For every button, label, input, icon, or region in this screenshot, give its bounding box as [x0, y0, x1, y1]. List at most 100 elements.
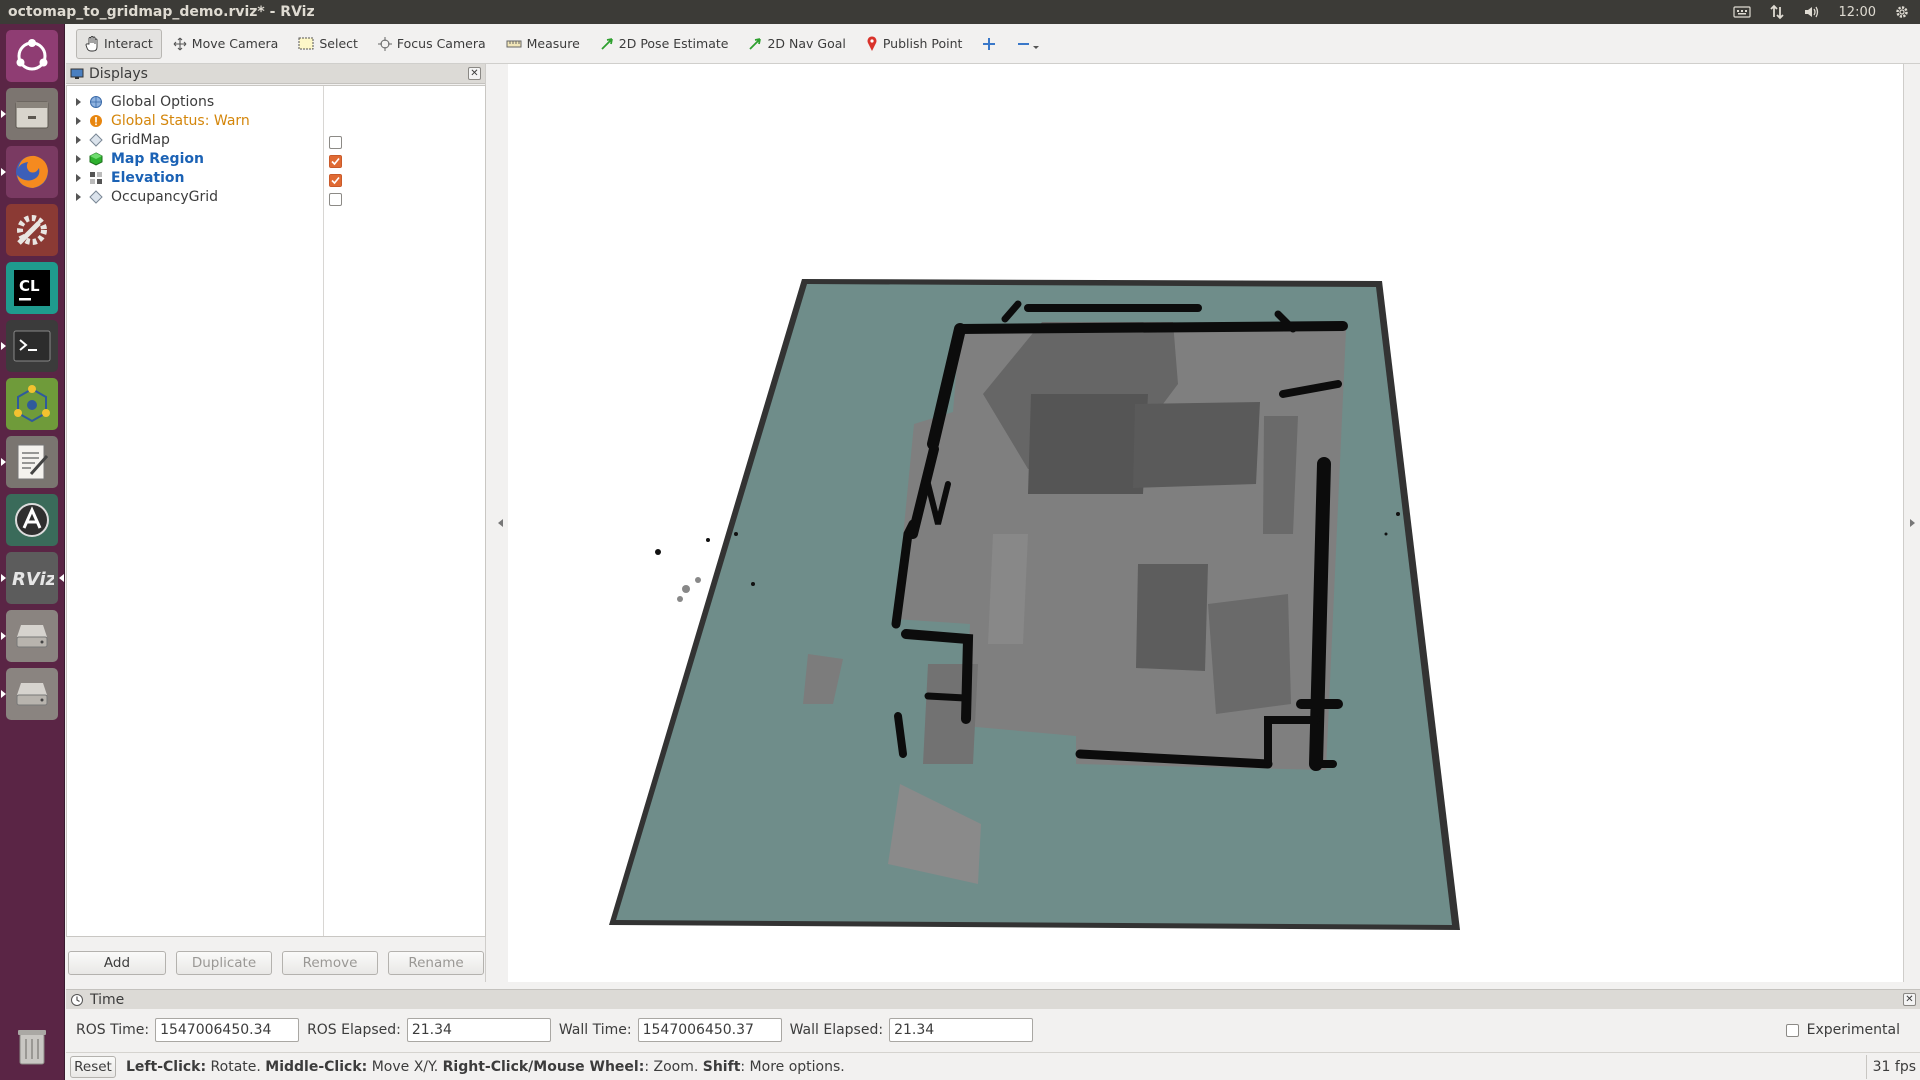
firefox-icon [16, 155, 48, 188]
ros-elapsed-field[interactable]: 21.34 [406, 1018, 551, 1042]
display-item-label: OccupancyGrid [111, 188, 218, 205]
time-panel: ROS Time: 1547006450.34 ROS Elapsed: 21.… [66, 1010, 1920, 1050]
tool-move-camera[interactable]: Move Camera [164, 29, 288, 59]
occupancy-grid-checkbox[interactable] [329, 193, 342, 206]
network-graph-launcher-button[interactable] [6, 378, 58, 430]
pose-arrow-icon [601, 37, 613, 50]
svg-text:CL: CL [19, 277, 40, 295]
checkmark-icon [330, 175, 341, 186]
experimental-checkbox[interactable] [1785, 1023, 1799, 1037]
expand-arrow-icon[interactable] [76, 116, 81, 125]
add-display-button[interactable]: Add [68, 951, 166, 975]
grid-map-visualization[interactable] [508, 64, 1904, 982]
ros-time-field[interactable]: 1547006450.34 [155, 1018, 300, 1042]
add-tool-button[interactable] [973, 29, 1005, 59]
window-title: octomap_to_gridmap_demo.rviz* - RViz [8, 4, 315, 20]
display-item-elevation[interactable]: Elevation [67, 168, 323, 187]
display-item-global-options[interactable]: Global Options [67, 92, 323, 111]
reset-button[interactable]: Reset [70, 1055, 116, 1078]
drive-launcher-button-2[interactable] [1, 668, 58, 720]
display-item-occupancy-grid[interactable]: OccupancyGrid [67, 187, 323, 206]
display-item-map-region[interactable]: Map Region [67, 149, 323, 168]
select-icon [298, 37, 314, 50]
checkmark-icon [330, 156, 341, 167]
display-item-gridmap[interactable]: GridMap [67, 130, 323, 149]
expand-arrow-icon[interactable] [76, 135, 81, 144]
files-launcher-button[interactable] [1, 88, 58, 140]
rviz-launcher-button[interactable]: RViz [1, 552, 64, 604]
volume-icon[interactable] [1803, 4, 1821, 20]
hint-desc: : More options. [740, 1058, 845, 1075]
updater-icon [15, 503, 49, 537]
experimental-toggle[interactable]: Experimental [1785, 1022, 1900, 1038]
right-splitter-handle[interactable] [1904, 64, 1920, 982]
drive-launcher-button-1[interactable] [1, 610, 58, 662]
system-top-bar: octomap_to_gridmap_demo.rviz* - RViz 12:… [0, 0, 1920, 24]
collapse-right-arrow-icon[interactable] [1910, 519, 1915, 527]
display-item-global-status[interactable]: Global Status: Warn [67, 111, 323, 130]
tool-publish-point[interactable]: Publish Point [857, 29, 972, 59]
software-updater-launcher-button[interactable] [6, 494, 58, 546]
firefox-launcher-button[interactable] [1, 146, 58, 198]
wall-elapsed-label: Wall Elapsed: [789, 1022, 884, 1038]
wall-time-field[interactable]: 1547006450.37 [637, 1018, 782, 1042]
duplicate-display-button[interactable]: Duplicate [176, 951, 272, 975]
tool-measure[interactable]: Measure [497, 29, 589, 59]
terminal-icon [13, 330, 51, 362]
hint-key: Shift [702, 1058, 741, 1075]
mouse-hint-text: Left-Click: Rotate. Middle-Click: Move X… [126, 1059, 845, 1075]
tool-focus-camera[interactable]: Focus Camera [369, 29, 495, 59]
diamond-icon [89, 189, 103, 204]
clion-launcher-button[interactable]: CL [6, 262, 58, 314]
tool-2d-nav-goal[interactable]: 2D Nav Goal [739, 29, 854, 59]
gear-icon[interactable] [1894, 4, 1910, 20]
hint-key: Middle-Click: [265, 1058, 368, 1075]
measure-icon [506, 40, 522, 47]
hard-drive-icon [16, 683, 48, 706]
node-graph-icon [14, 385, 50, 423]
green-cube-icon [89, 151, 103, 166]
terminal-launcher-button[interactable] [1, 320, 58, 372]
time-panel-header: Time ✕ [66, 989, 1920, 1009]
map-region-checkbox[interactable] [329, 155, 342, 168]
display-item-label: Elevation [111, 169, 185, 186]
rviz-toolbar: Interact Move Camera Select Focus Camera… [66, 24, 1920, 64]
3d-render-view[interactable] [508, 64, 1904, 982]
gridmap-checkbox[interactable] [329, 136, 342, 149]
nav-goal-arrow-icon [749, 37, 762, 50]
hard-drive-icon [16, 625, 48, 648]
expand-arrow-icon[interactable] [76, 173, 81, 182]
hint-key: Left-Click: [126, 1058, 207, 1075]
remove-tool-button[interactable] [1007, 29, 1049, 59]
display-item-label: Global Options [111, 93, 215, 110]
clock-icon [71, 993, 83, 1006]
text-editor-icon [17, 444, 49, 480]
trash-icon [18, 1030, 46, 1065]
wall-time-label: Wall Time: [558, 1022, 632, 1038]
wall-elapsed-field[interactable]: 21.34 [889, 1018, 1034, 1042]
display-item-label: Map Region [111, 150, 204, 167]
expand-arrow-icon[interactable] [76, 192, 81, 201]
clock[interactable]: 12:00 [1839, 5, 1876, 20]
tool-2d-pose-estimate[interactable]: 2D Pose Estimate [591, 29, 738, 59]
close-panel-button[interactable]: ✕ [468, 67, 481, 80]
move-camera-icon [173, 37, 187, 50]
ubuntu-dash-button[interactable] [6, 30, 58, 82]
settings-launcher-button[interactable] [6, 204, 58, 256]
left-splitter-handle[interactable] [486, 64, 508, 982]
close-time-panel-button[interactable]: ✕ [1903, 993, 1916, 1006]
rename-display-button[interactable]: Rename [388, 951, 484, 975]
trash-launcher-button[interactable] [6, 1020, 58, 1072]
minus-dropdown-icon [1018, 42, 1040, 49]
collapse-left-arrow-icon[interactable] [498, 519, 503, 527]
elevation-checkbox[interactable] [329, 174, 342, 187]
remove-display-button[interactable]: Remove [282, 951, 378, 975]
keyboard-icon[interactable] [1732, 5, 1751, 19]
plus-icon [983, 37, 996, 50]
expand-arrow-icon[interactable] [76, 97, 81, 106]
tool-select[interactable]: Select [289, 29, 367, 59]
network-icon[interactable] [1769, 4, 1785, 20]
tool-interact[interactable]: Interact [76, 28, 162, 59]
expand-arrow-icon[interactable] [76, 154, 81, 163]
text-editor-launcher-button[interactable] [1, 436, 58, 488]
